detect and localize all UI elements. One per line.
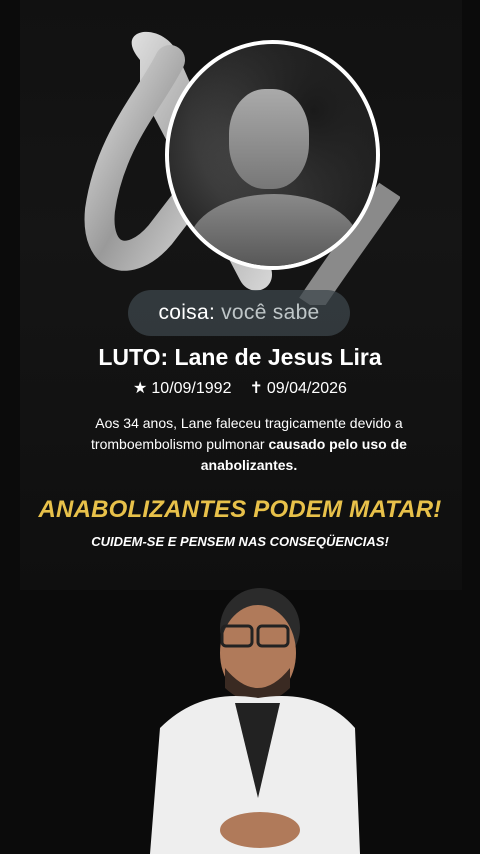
death-date-group: ✝ 09/04/2026	[249, 378, 346, 398]
warning-subline: CUIDEM-SE E PENSEM NAS CONSEQÜENCIAS!	[91, 534, 389, 549]
warning-headline: ANABOLIZANTES PODEM MATAR!	[38, 496, 442, 523]
memorial-dates: ★ 10/09/1992 ✝ 09/04/2026	[0, 378, 480, 398]
memorial-title: LUTO: Lane de Jesus Lira	[98, 344, 382, 370]
caption-part1: coisa:	[158, 301, 216, 324]
birth-date: 10/09/1992	[151, 380, 232, 397]
memorial-paragraph: Aos 34 anos, Lane faleceu tragicamente d…	[74, 413, 424, 476]
caption-part2: você sabe	[221, 301, 320, 324]
death-date: 09/04/2026	[266, 380, 347, 397]
caption-overlay: coisa: você sabe	[128, 290, 350, 336]
cross-icon: ✝	[249, 380, 263, 397]
birth-date-group: ★ 10/09/1992	[133, 378, 231, 398]
presenter-video	[150, 588, 360, 854]
star-icon: ★	[133, 380, 148, 397]
memorial-portrait	[165, 40, 380, 270]
